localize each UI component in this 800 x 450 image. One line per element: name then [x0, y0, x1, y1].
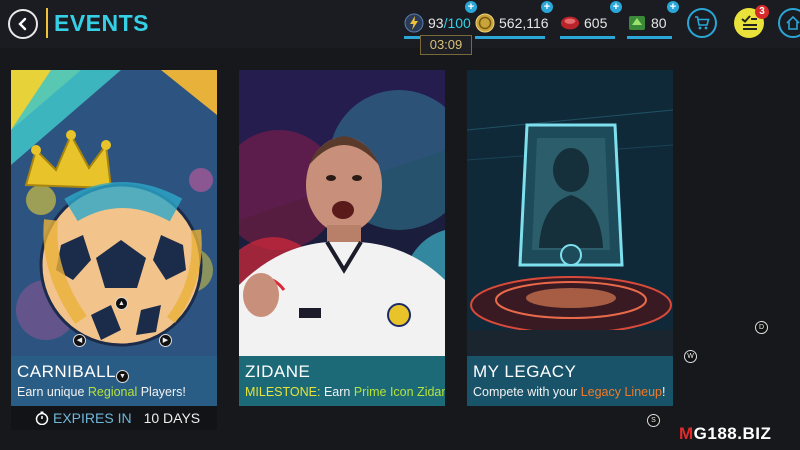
coins-stat[interactable]: 562,116 [475, 12, 549, 34]
carniball-title: CARNIBALL [17, 362, 116, 381]
gems-value: 80 [651, 15, 667, 31]
ruby-icon [560, 13, 580, 33]
points-bar [560, 36, 615, 39]
triangle-left-icon[interactable]: ◀ [73, 334, 86, 347]
my-legacy-subtitle-pre: Compete with your [473, 385, 581, 399]
points-stat[interactable]: 605 [560, 12, 607, 34]
top-bar: EVENTS 93/100 + 03:09 562,116 + 605 + 80… [0, 0, 800, 55]
gems-stat[interactable]: 80 [627, 12, 667, 34]
zidane-info: ZIDANE MILESTONE: Earn Prime Icon Zidane… [239, 356, 445, 406]
my-legacy-subtitle: Compete with your Legacy Lineup! [473, 385, 667, 399]
carniball-expiry: EXPIRES IN 10 DAYS [11, 406, 217, 430]
add-coins-button[interactable]: + [541, 1, 553, 13]
zidane-subtitle-highlight: Prime Icon Zidane [353, 385, 445, 399]
carniball-artwork [11, 70, 217, 356]
home-icon [786, 15, 800, 30]
gems-bar [627, 36, 672, 39]
points-value: 605 [584, 15, 608, 31]
zidane-artwork [239, 70, 445, 356]
my-legacy-subtitle-highlight: Legacy Lineup [580, 385, 663, 399]
zidane-subtitle: MILESTONE: Earn Prime Icon Zidane! [245, 385, 445, 399]
my-legacy-subtitle-post: ! [662, 385, 666, 399]
carniball-subtitle-highlight: Regional [87, 385, 138, 399]
watermark-mid: G188 [693, 424, 738, 443]
triangle-up-icon[interactable]: ▲ [115, 297, 128, 310]
carniball-info: CARNIBALL Earn unique Regional Players! [11, 356, 217, 406]
my-legacy-artwork [467, 70, 673, 356]
home-button[interactable] [778, 8, 800, 38]
energy-max: /100 [443, 15, 471, 31]
energy-timer: 03:09 [420, 35, 472, 55]
lightning-icon [404, 13, 424, 33]
zidane-subtitle-pre: Earn [320, 385, 354, 399]
title-divider [46, 8, 48, 38]
hint-w: W [684, 350, 697, 363]
energy-current: 93 [428, 15, 444, 31]
carniball-subtitle-pre: Earn unique [17, 385, 88, 399]
event-card-carniball[interactable]: CARNIBALL Earn unique Regional Players! … [11, 70, 217, 430]
carniball-subtitle-post: Players! [137, 385, 186, 399]
cart-icon [695, 16, 710, 30]
store-button[interactable] [687, 8, 717, 38]
coins-value: 562,116 [499, 15, 549, 31]
add-points-button[interactable]: + [610, 1, 622, 13]
hint-s: S [647, 414, 660, 427]
event-card-my-legacy[interactable]: MY LEGACY Compete with your Legacy Lineu… [467, 70, 673, 408]
add-gems-button[interactable]: + [667, 1, 679, 13]
back-button[interactable] [8, 9, 38, 39]
page-title: EVENTS [54, 10, 150, 36]
triangle-right-icon[interactable]: ▶ [159, 334, 172, 347]
my-legacy-title: MY LEGACY [473, 362, 577, 381]
hint-d: D [755, 321, 768, 334]
expires-label: EXPIRES IN [53, 410, 132, 426]
objectives-icon [741, 15, 757, 30]
stopwatch-icon [35, 411, 49, 425]
carniball-subtitle: Earn unique Regional Players! [17, 385, 211, 399]
watermark-post: .BIZ [737, 424, 772, 443]
my-legacy-info: MY LEGACY Compete with your Legacy Lineu… [467, 356, 673, 406]
objectives-badge: 3 [755, 5, 769, 19]
chevron-left-icon [18, 17, 27, 31]
zidane-title: ZIDANE [245, 362, 311, 381]
event-card-zidane[interactable]: ZIDANE MILESTONE: Earn Prime Icon Zidane… [239, 70, 445, 430]
coin-icon [475, 13, 495, 33]
watermark: MG188.BIZ [679, 424, 771, 444]
watermark-pre: M [679, 424, 694, 443]
zidane-subtitle-label: MILESTONE: [245, 385, 321, 399]
energy-stat[interactable]: 93/100 [404, 12, 471, 34]
gem-icon [627, 13, 647, 33]
triangle-down-icon[interactable]: ▼ [116, 370, 129, 383]
expires-value: 10 DAYS [143, 410, 201, 426]
coins-bar [475, 36, 545, 39]
